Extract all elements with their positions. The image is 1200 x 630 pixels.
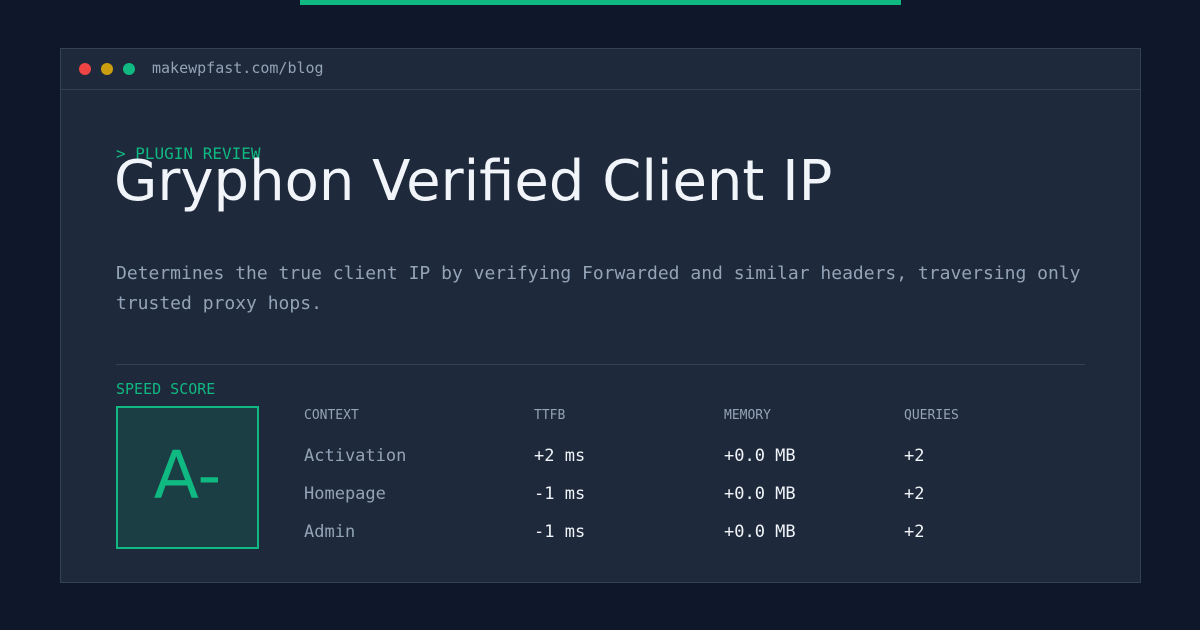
- row-ttfb: -1 ms: [534, 484, 586, 504]
- page-title: Gryphon Verified Client IP: [114, 149, 833, 214]
- row-ttfb: -1 ms: [534, 522, 586, 542]
- row-context: Activation: [304, 446, 407, 466]
- row-queries: +2: [904, 446, 925, 466]
- url-text[interactable]: makewpfast.com/blog: [152, 59, 324, 77]
- speed-score-grade: A-: [153, 436, 222, 514]
- row-context: Admin: [304, 522, 356, 542]
- top-accent-bar: [300, 0, 901, 5]
- column-header-ttfb: TTFB: [534, 408, 566, 423]
- minimize-dot-icon[interactable]: [101, 63, 113, 75]
- row-memory: +0.0 MB: [724, 446, 796, 466]
- speed-score-label: SPEED SCORE: [116, 380, 216, 398]
- browser-window: makewpfast.com/blog > PLUGIN REVIEW Gryp…: [60, 48, 1141, 583]
- row-ttfb: +2 ms: [534, 446, 586, 466]
- row-context: Homepage: [304, 484, 386, 504]
- row-queries: +2: [904, 484, 925, 504]
- article-description: Determines the true client IP by verifyi…: [116, 263, 1081, 314]
- column-header-queries: QUERIES: [904, 408, 959, 423]
- column-header-memory: MEMORY: [724, 408, 771, 423]
- window-titlebar: makewpfast.com/blog: [61, 49, 1140, 90]
- close-dot-icon[interactable]: [79, 63, 91, 75]
- column-header-context: CONTEXT: [304, 408, 359, 423]
- row-queries: +2: [904, 522, 925, 542]
- section-divider: [116, 364, 1085, 365]
- speed-score-badge: A-: [116, 406, 259, 549]
- row-memory: +0.0 MB: [724, 522, 796, 542]
- maximize-dot-icon[interactable]: [123, 63, 135, 75]
- row-memory: +0.0 MB: [724, 484, 796, 504]
